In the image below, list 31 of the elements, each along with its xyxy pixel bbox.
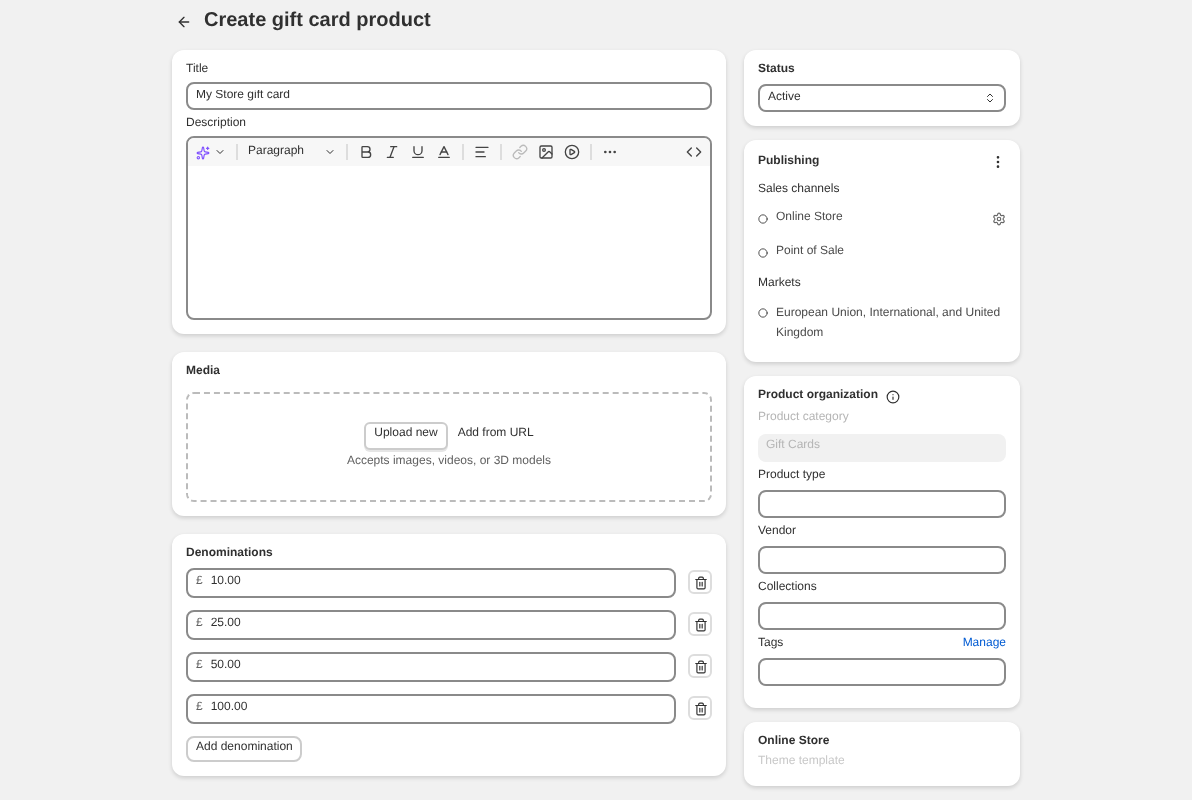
gear-icon[interactable] (992, 212, 1006, 227)
trash-icon (693, 701, 707, 716)
info-icon[interactable] (886, 390, 900, 405)
trash-icon (693, 575, 707, 590)
trash-icon (693, 659, 707, 674)
text-input[interactable] (758, 545, 1006, 574)
align-left-icon[interactable] (474, 144, 491, 161)
text-input[interactable] (758, 658, 1006, 687)
text-input[interactable] (758, 602, 1006, 631)
image-icon[interactable] (538, 144, 555, 161)
back-button[interactable] (176, 14, 192, 30)
italic-icon[interactable] (384, 144, 401, 161)
text-color-icon[interactable] (436, 144, 453, 161)
video-icon[interactable] (564, 144, 581, 161)
chevron-down-icon (324, 146, 337, 159)
sparkle-icon[interactable] (196, 145, 210, 160)
channel-status-icon (758, 247, 768, 258)
delete-button[interactable] (688, 570, 712, 595)
delete-button[interactable] (688, 696, 712, 721)
back-arrow-icon (176, 14, 192, 30)
market-status-icon (758, 307, 768, 318)
trash-icon (693, 617, 707, 632)
delete-button[interactable] (688, 654, 712, 679)
bold-icon[interactable] (358, 144, 375, 161)
text-input[interactable] (758, 489, 1006, 518)
underline-icon[interactable] (410, 144, 427, 161)
channel-status-icon (758, 214, 768, 225)
chevron-down-icon[interactable] (214, 146, 226, 159)
page-title: Create gift card product (204, 10, 431, 34)
delete-button[interactable] (688, 612, 712, 637)
code-icon[interactable] (686, 144, 702, 161)
